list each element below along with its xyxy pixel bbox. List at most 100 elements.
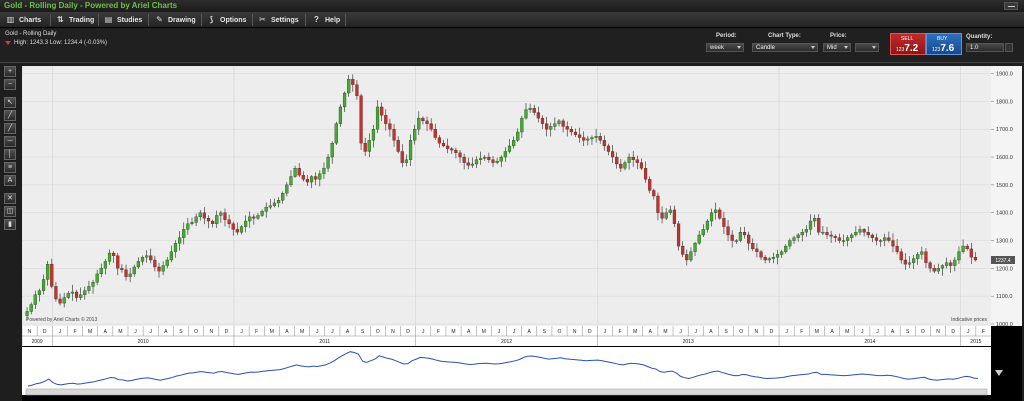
- candle-up: [281, 193, 285, 201]
- buy-price-big: 7.6: [940, 43, 955, 54]
- candle-down: [891, 240, 895, 247]
- price-select[interactable]: Mid: [823, 43, 851, 52]
- overview-scrollbar[interactable]: [25, 388, 988, 396]
- price-options-button[interactable]: [855, 43, 879, 52]
- candle-up: [70, 291, 75, 294]
- overview-panel[interactable]: [22, 347, 991, 395]
- sell-price-big: 7.2: [904, 43, 919, 54]
- trendline-icon[interactable]: ╱: [4, 110, 16, 121]
- year-label: 2013: [683, 339, 694, 345]
- menu-trading-label: Trading: [69, 16, 95, 24]
- fibonacci-icon[interactable]: ≡: [4, 162, 16, 173]
- quantity-label: Quantity:: [966, 34, 993, 40]
- candle-up: [961, 245, 965, 252]
- candle-up: [248, 216, 252, 222]
- month-label: D: [770, 329, 774, 335]
- candle-down: [120, 268, 124, 270]
- candle-up: [524, 109, 528, 119]
- candle-up: [264, 206, 268, 212]
- zoom-in-icon[interactable]: +: [4, 66, 16, 77]
- candle-up: [775, 254, 780, 258]
- candle-down: [870, 234, 874, 238]
- cross-icon[interactable]: ✕: [4, 193, 16, 204]
- ray-icon[interactable]: ╱: [4, 123, 16, 134]
- menu-charts[interactable]: ▥ Charts: [6, 14, 41, 26]
- candle-down: [561, 120, 565, 127]
- trash-icon[interactable]: ▮: [4, 219, 16, 230]
- month-label: D: [43, 329, 47, 335]
- candle-down: [932, 268, 936, 272]
- high-low-text: High: 1243.3 Low: 1234.4 (-0.03%): [14, 40, 108, 46]
- month-label: O: [376, 329, 380, 335]
- candle-down: [681, 245, 685, 255]
- chevron-down-icon: [844, 46, 848, 49]
- candle-down: [314, 176, 318, 180]
- candle-up: [404, 159, 409, 163]
- candle-up: [689, 251, 693, 261]
- drawing-toolbar: + − ↖ ╱ ╱ ─ │ ≡ A ✕ ◫ ▮: [4, 66, 18, 398]
- menu-trading[interactable]: ⇅ Trading: [56, 14, 94, 26]
- candle-down: [540, 117, 545, 124]
- magnet-icon[interactable]: ◫: [4, 206, 16, 217]
- month-label: M: [663, 329, 667, 335]
- month-label: F: [800, 329, 803, 335]
- menu-help[interactable]: ? Help: [312, 14, 340, 26]
- candle-down: [582, 137, 586, 141]
- menu-divider: [305, 14, 306, 26]
- quantity-field[interactable]: 1.0: [966, 43, 1004, 52]
- month-label: O: [921, 329, 925, 335]
- candle-down: [565, 126, 569, 130]
- candle-down: [573, 131, 578, 135]
- text-tool-icon[interactable]: A: [4, 175, 16, 186]
- candle-up: [590, 137, 594, 140]
- buy-button[interactable]: BUY 1237.6: [926, 33, 962, 55]
- candle-up: [693, 243, 697, 252]
- candle-down: [639, 162, 644, 169]
- period-select[interactable]: week: [706, 43, 744, 52]
- menu-options[interactable]: ⟆ Options: [207, 14, 247, 26]
- candle-up: [215, 215, 219, 224]
- candle-down: [54, 286, 58, 300]
- y-tick-label: 1200.0: [996, 266, 1013, 272]
- y-tick-label: 1000.0: [996, 322, 1013, 328]
- quantity-stepper[interactable]: [1005, 43, 1013, 52]
- month-label: F: [982, 329, 985, 335]
- candle-up: [33, 294, 37, 305]
- chart-type-select[interactable]: Candle: [752, 43, 818, 52]
- plot-area: [22, 66, 991, 326]
- candle-down: [458, 152, 462, 158]
- candle-down: [425, 120, 429, 124]
- candle-up: [334, 123, 338, 144]
- y-tick-label: 1700.0: [996, 127, 1013, 133]
- candle-down: [235, 229, 239, 233]
- candle-down: [116, 255, 120, 269]
- candle-up: [95, 273, 99, 283]
- y-tick-label: 1900.0: [996, 72, 1013, 78]
- candle-down: [924, 251, 928, 263]
- candle-down: [726, 226, 730, 236]
- month-label: N: [936, 329, 940, 335]
- horizontal-line-icon[interactable]: ─: [4, 136, 16, 147]
- month-label: N: [391, 329, 395, 335]
- candle-up: [516, 131, 520, 141]
- pointer-icon[interactable]: ↖: [4, 97, 16, 108]
- price-chart[interactable]: 1000.0 1100.0 1200.0 1300.0 1400.0 1500.0 1600…: [22, 66, 1022, 401]
- minimize-icon[interactable]: [1004, 2, 1018, 10]
- menu-studies[interactable]: ▤ Studies: [104, 14, 143, 26]
- candle-up: [190, 222, 194, 224]
- sell-button[interactable]: SELL 1237.2: [890, 33, 926, 55]
- month-label: D: [406, 329, 410, 335]
- vertical-line-icon[interactable]: │: [4, 149, 16, 160]
- chart-panel[interactable]: 1000.0 1100.0 1200.0 1300.0 1400.0 1500.0 1600…: [22, 66, 1022, 401]
- candle-up: [586, 138, 590, 141]
- collapse-arrow-icon[interactable]: [995, 370, 1003, 376]
- candle-down: [615, 156, 619, 165]
- zoom-out-icon[interactable]: −: [4, 79, 16, 90]
- menu-help-label: Help: [325, 16, 341, 24]
- period-value: week: [710, 45, 725, 51]
- candle-up: [854, 232, 858, 236]
- candle-down: [631, 156, 635, 160]
- candle-up: [668, 209, 672, 213]
- menu-drawing[interactable]: ✎ Drawing: [155, 14, 195, 26]
- menu-settings[interactable]: ✂ Settings: [258, 14, 298, 26]
